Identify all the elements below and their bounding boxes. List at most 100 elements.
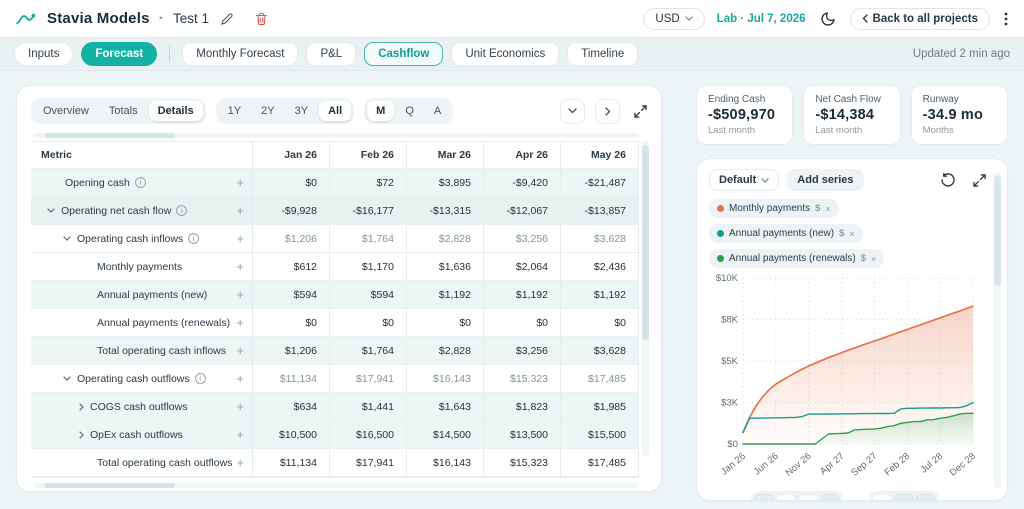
value-cell[interactable]: $72: [330, 169, 407, 196]
value-cell[interactable]: $0: [561, 309, 638, 336]
chevron-right-icon[interactable]: [79, 402, 84, 411]
expand-chart-icon[interactable]: [971, 172, 988, 189]
value-cell[interactable]: $594: [253, 281, 330, 308]
delete-trash-icon[interactable]: [253, 10, 270, 28]
add-driver-button[interactable]: +: [234, 428, 246, 441]
value-cell[interactable]: $2,828: [407, 225, 484, 252]
value-cell[interactable]: $17,485: [561, 365, 638, 392]
value-cell[interactable]: -$21,487: [561, 169, 638, 196]
value-cell[interactable]: -$13,315: [407, 197, 484, 224]
view-details[interactable]: Details: [148, 101, 203, 121]
scrollbar-thumb[interactable]: [45, 483, 175, 488]
value-cell[interactable]: $0: [253, 309, 330, 336]
table-horizontal-scrollbar-top[interactable]: [33, 133, 639, 138]
value-cell[interactable]: $1,192: [484, 281, 561, 308]
collapse-rows-button[interactable]: [560, 98, 585, 124]
add-driver-button[interactable]: +: [234, 232, 246, 245]
tab-p-l[interactable]: P&L: [306, 42, 357, 66]
range-1y[interactable]: 1Y: [219, 101, 250, 121]
info-icon[interactable]: i: [194, 373, 206, 384]
value-cell[interactable]: $11,134: [253, 365, 330, 392]
value-cell[interactable]: $17,485: [561, 449, 638, 476]
table-horizontal-scrollbar-bottom[interactable]: [33, 483, 639, 488]
value-cell[interactable]: -$9,420: [484, 169, 561, 196]
value-cell[interactable]: $0: [484, 309, 561, 336]
value-cell[interactable]: $15,323: [484, 365, 561, 392]
tab-cashflow[interactable]: Cashflow: [364, 42, 444, 66]
dark-mode-moon-icon[interactable]: [818, 9, 838, 29]
info-icon[interactable]: i: [134, 177, 146, 188]
kebab-menu-icon[interactable]: [1002, 10, 1010, 28]
add-driver-button[interactable]: +: [234, 204, 246, 217]
chevron-down-icon[interactable]: [63, 236, 71, 241]
value-cell[interactable]: $17,941: [330, 449, 407, 476]
table-vertical-scrollbar[interactable]: [642, 141, 649, 456]
granularity-m[interactable]: M: [367, 101, 395, 121]
value-cell[interactable]: $3,628: [561, 337, 638, 364]
value-cell[interactable]: $10,500: [253, 421, 330, 448]
range-2y[interactable]: 2Y: [252, 101, 283, 121]
value-cell[interactable]: $16,500: [330, 421, 407, 448]
chevron-down-icon[interactable]: [63, 376, 71, 381]
back-to-projects-button[interactable]: Back to all projects: [849, 7, 990, 30]
add-driver-button[interactable]: +: [234, 456, 246, 469]
value-cell[interactable]: $3,628: [561, 225, 638, 252]
remove-series-icon[interactable]: ×: [825, 204, 830, 214]
next-period-button[interactable]: [595, 98, 620, 124]
add-driver-button[interactable]: +: [234, 344, 246, 357]
add-driver-button[interactable]: +: [234, 372, 246, 385]
range-3y[interactable]: 3Y: [286, 101, 317, 121]
value-cell[interactable]: $3,895: [407, 169, 484, 196]
legend-chip-annual-payments-new[interactable]: Annual payments (new) $ ×: [709, 224, 863, 243]
scrollbar-thumb[interactable]: [994, 176, 1001, 286]
range-all[interactable]: All: [319, 101, 352, 121]
value-cell[interactable]: $1,192: [407, 281, 484, 308]
value-cell[interactable]: $0: [330, 309, 407, 336]
reset-chart-icon[interactable]: [939, 171, 957, 189]
legend-chip-annual-payments-renewals[interactable]: Annual payments (renewals) $ ×: [709, 249, 885, 268]
value-cell[interactable]: $1,192: [561, 281, 638, 308]
value-cell[interactable]: $1,643: [407, 393, 484, 420]
tab-inputs[interactable]: Inputs: [14, 42, 74, 66]
view-totals[interactable]: Totals: [100, 101, 147, 121]
value-cell[interactable]: $11,134: [253, 449, 330, 476]
add-driver-button[interactable]: +: [234, 176, 246, 189]
value-cell[interactable]: $16,143: [407, 449, 484, 476]
value-cell[interactable]: $0: [253, 169, 330, 196]
tab-monthly-forecast[interactable]: Monthly Forecast: [182, 42, 299, 66]
unit-badge[interactable]: $: [839, 228, 844, 239]
tab-unit-economics[interactable]: Unit Economics: [451, 42, 560, 66]
scrollbar-thumb[interactable]: [642, 145, 649, 340]
value-cell[interactable]: -$12,067: [484, 197, 561, 224]
value-cell[interactable]: -$13,857: [561, 197, 638, 224]
value-cell[interactable]: $15,500: [561, 421, 638, 448]
granularity-a[interactable]: A: [425, 101, 450, 121]
remove-series-icon[interactable]: ×: [871, 254, 876, 264]
value-cell[interactable]: $1,823: [484, 393, 561, 420]
unit-badge[interactable]: $: [861, 253, 866, 264]
value-cell[interactable]: -$16,177: [330, 197, 407, 224]
value-cell[interactable]: $2,064: [484, 253, 561, 280]
granularity-q[interactable]: Q: [396, 101, 423, 121]
expand-table-icon[interactable]: [632, 103, 649, 120]
info-icon[interactable]: i: [188, 233, 200, 244]
value-cell[interactable]: $3,256: [484, 225, 561, 252]
value-cell[interactable]: $2,436: [561, 253, 638, 280]
value-cell[interactable]: $1,764: [330, 225, 407, 252]
value-cell[interactable]: $1,636: [407, 253, 484, 280]
value-cell[interactable]: $594: [330, 281, 407, 308]
clipped-range-controls[interactable]: [697, 491, 993, 500]
chart-preset-selector[interactable]: Default: [709, 169, 780, 191]
value-cell[interactable]: $17,941: [330, 365, 407, 392]
value-cell[interactable]: $2,828: [407, 337, 484, 364]
scrollbar-thumb[interactable]: [45, 133, 175, 138]
cashflow-chart[interactable]: $0 $3K $5K $8K $10K Jan 26 Jun 26 Nov 26 Apr 27 S…: [709, 272, 992, 500]
value-cell[interactable]: -$9,928: [253, 197, 330, 224]
value-cell[interactable]: $15,323: [484, 449, 561, 476]
tab-forecast[interactable]: Forecast: [81, 42, 158, 66]
value-cell[interactable]: $1,206: [253, 225, 330, 252]
value-cell[interactable]: $16,143: [407, 365, 484, 392]
currency-selector[interactable]: USD: [643, 7, 705, 30]
value-cell[interactable]: $1,764: [330, 337, 407, 364]
value-cell[interactable]: $1,206: [253, 337, 330, 364]
